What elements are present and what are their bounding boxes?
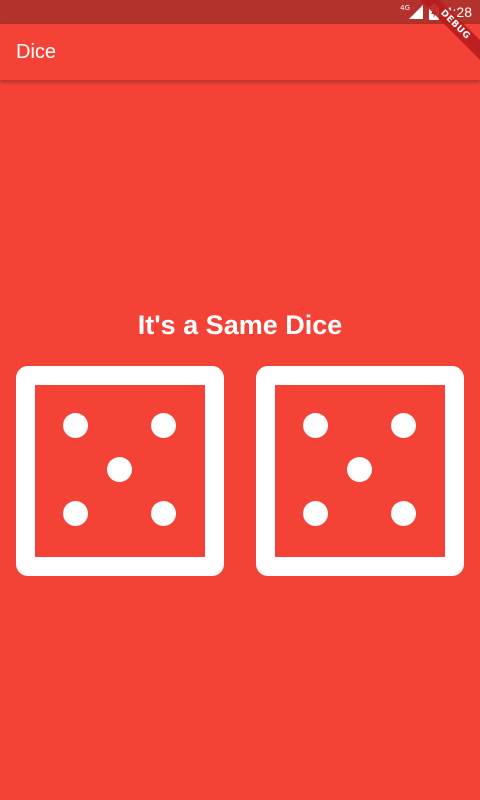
die-pip xyxy=(151,413,176,438)
app-bar: Dice xyxy=(0,24,480,80)
die-pip xyxy=(303,413,328,438)
right-die-button[interactable] xyxy=(256,366,464,576)
app-title: Dice xyxy=(16,41,57,63)
die-pip xyxy=(347,457,372,482)
die-pip xyxy=(391,501,416,526)
battery-charging-icon xyxy=(428,4,439,20)
status-time: 4:28 xyxy=(444,4,472,20)
status-icons: 4:28 xyxy=(408,0,472,24)
die-pip xyxy=(63,413,88,438)
die-pip xyxy=(107,457,132,482)
signal-icon xyxy=(408,5,423,19)
status-bar: 4G 4:28 xyxy=(0,0,480,24)
left-die-button[interactable] xyxy=(16,366,224,576)
die-pip xyxy=(303,501,328,526)
die-pip xyxy=(63,501,88,526)
result-headline: It's a Same Dice xyxy=(137,310,343,340)
die-pip xyxy=(391,413,416,438)
die-pip xyxy=(151,501,176,526)
